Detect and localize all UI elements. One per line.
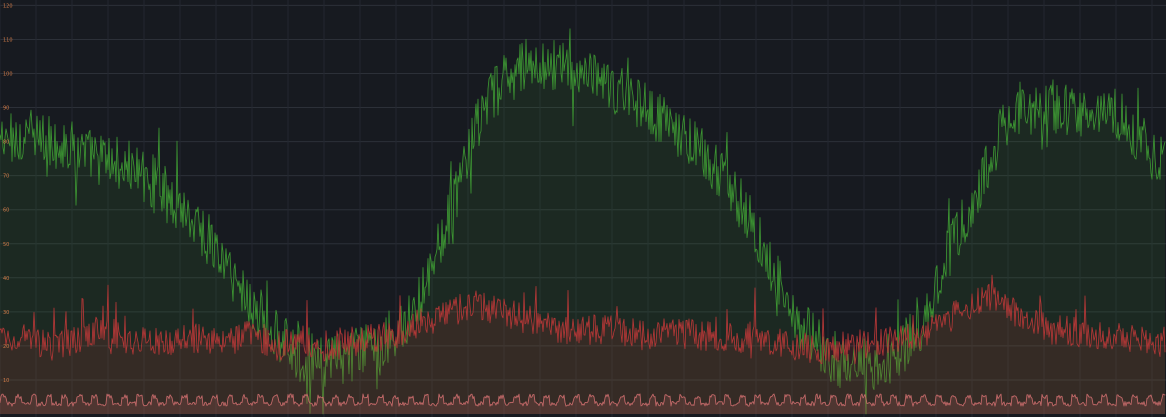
y-tick-label: 90 [3,106,9,112]
y-tick-label: 110 [3,37,13,43]
y-tick-label: 40 [3,276,9,282]
series-layer [0,28,1166,415]
time-series-chart: 10 20 30 40 50 60 70 80 90 100 110 120 [0,0,1166,417]
chart-canvas: 10 20 30 40 50 60 70 80 90 100 110 120 [0,0,1166,417]
y-tick-label: 30 [3,310,9,316]
y-tick-label: 50 [3,242,9,248]
y-tick-label: 10 [3,378,9,384]
y-tick-label: 120 [3,3,13,9]
y-tick-label: 100 [3,72,13,78]
y-tick-label: 60 [3,208,9,214]
y-tick-label: 80 [3,140,9,146]
y-tick-label: 20 [3,344,9,350]
y-tick-label: 70 [3,174,9,180]
